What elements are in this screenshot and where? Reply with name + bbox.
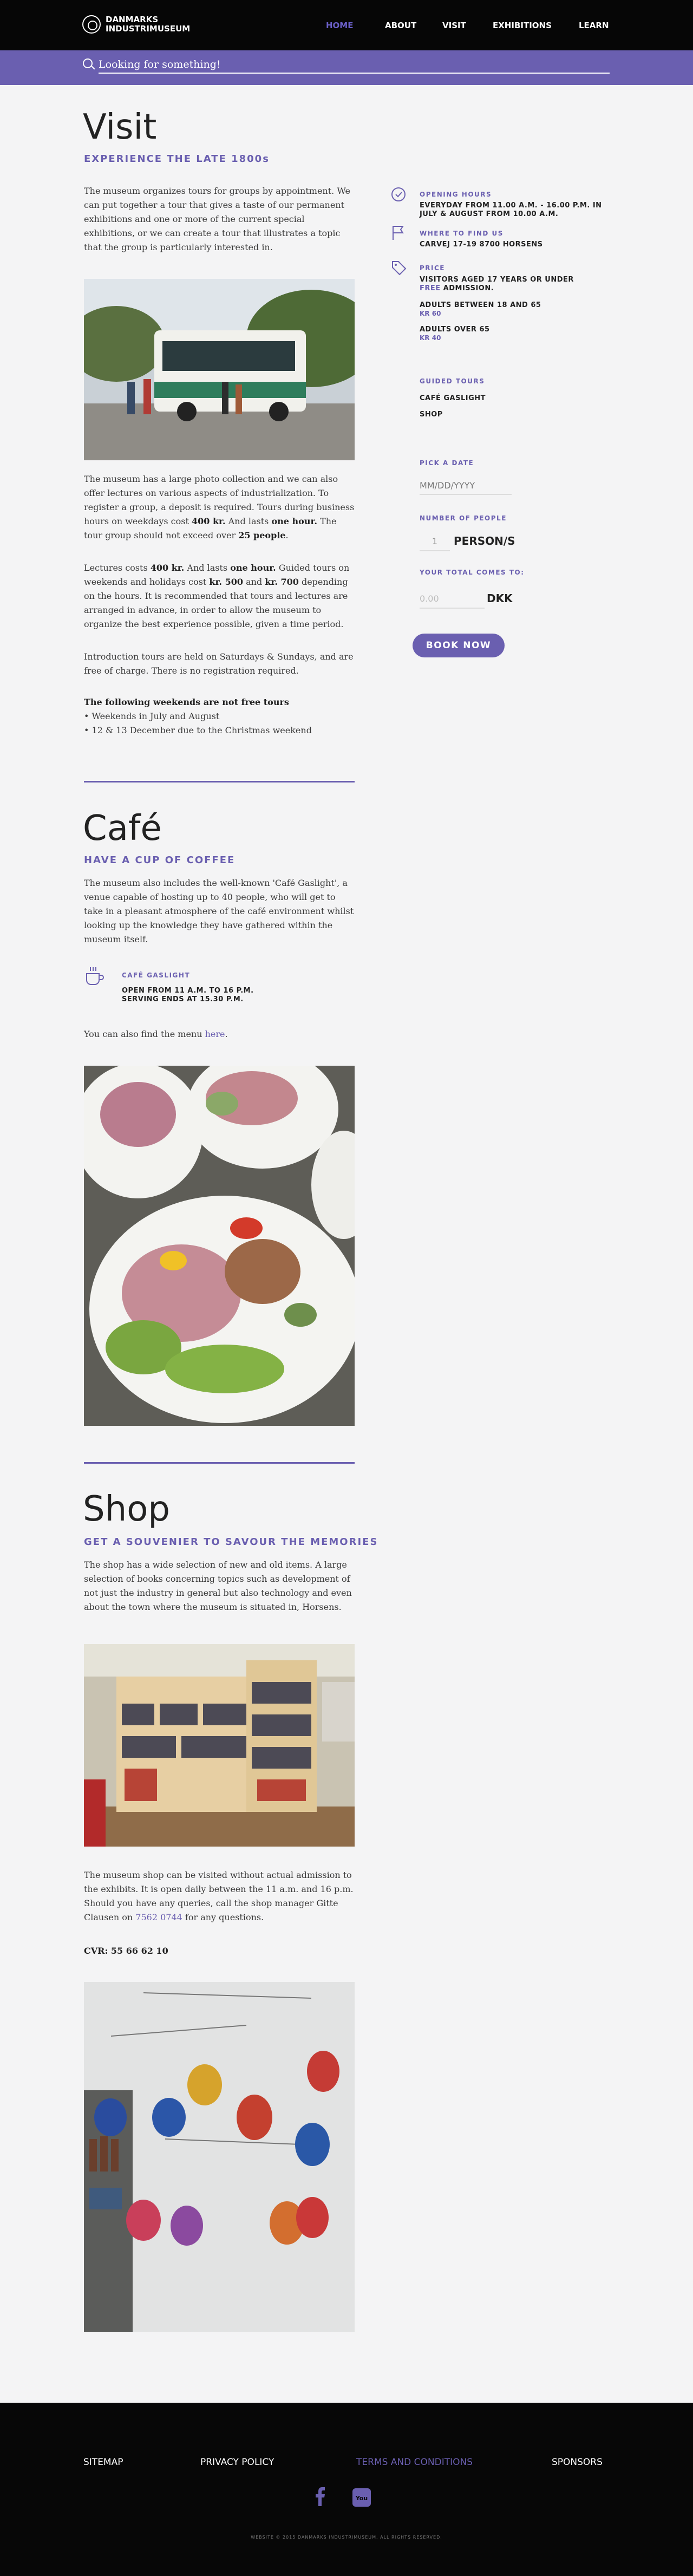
visit-subtitle: EXPERIENCE THE LATE 1800s xyxy=(84,153,270,165)
shop-contact-text: The museum shop can be visited without a… xyxy=(84,1870,354,1922)
cafe-intro: The museum also includes the well-known … xyxy=(84,878,354,944)
price-adults: ADULTS BETWEEN 18 AND 65 xyxy=(420,301,541,309)
cafe-title: Café xyxy=(83,808,162,849)
section-divider xyxy=(84,1462,355,1464)
nav-learn[interactable]: LEARN xyxy=(579,21,609,30)
cvr-number: CVR: 55 66 62 10 xyxy=(84,1946,168,1956)
nav-home[interactable]: HOME xyxy=(326,21,353,30)
search-icon[interactable] xyxy=(83,58,93,68)
cafe-hours-serving: SERVING ENDS AT 15.30 P.M. xyxy=(122,995,244,1003)
site-logo[interactable]: DANMARKS INDUSTRIMUSEUM xyxy=(82,15,190,34)
guided-tour-cafe[interactable]: CAFÉ GASLIGHT xyxy=(420,394,486,403)
book-now-button[interactable]: BOOK NOW xyxy=(413,634,505,657)
cafe-food-photo xyxy=(84,1066,355,1426)
footer-sitemap-link[interactable]: SITEMAP xyxy=(83,2457,123,2468)
price-under-17: VISITORS AGED 17 YEARS OR UNDER xyxy=(420,276,574,284)
price-free-line: FREE ADMISSION. xyxy=(420,284,494,292)
logo-icon xyxy=(82,15,101,34)
visit-intro: The museum organizes tours for groups by… xyxy=(84,186,350,252)
footer-sponsors-link[interactable]: SPONSORS xyxy=(552,2457,603,2468)
section-divider xyxy=(84,781,355,782)
price-seniors-value: KR 40 xyxy=(420,334,441,342)
search-input[interactable] xyxy=(99,56,610,74)
visit-paragraph-4: Introduction tours are held on Saturdays… xyxy=(84,651,354,676)
pick-date-label: PICK A DATE xyxy=(420,459,474,467)
address-text: CARVEJ 17-19 8700 HORSENS xyxy=(420,240,543,249)
youtube-icon[interactable]: You xyxy=(352,2488,371,2509)
price-tag-icon xyxy=(391,260,407,278)
shop-bookshelf-photo xyxy=(84,1644,355,1847)
guided-tour-shop[interactable]: SHOP xyxy=(420,410,443,419)
footer-privacy-link[interactable]: PRIVACY POLICY xyxy=(200,2457,274,2468)
nav-about[interactable]: ABOUT xyxy=(385,21,416,30)
cafe-subtitle: HAVE A CUP OF COFFEE xyxy=(84,855,236,866)
price-seniors: ADULTS OVER 65 xyxy=(420,325,490,334)
site-footer xyxy=(0,2403,693,2576)
total-label: YOUR TOTAL COMES TO: xyxy=(420,569,525,576)
shop-phone-link[interactable]: 7562 0744 xyxy=(135,1912,182,1922)
footer-terms-link[interactable]: TERMS AND CONDITIONS xyxy=(356,2457,473,2468)
date-input[interactable] xyxy=(420,477,512,495)
opening-hours-text: EVERYDAY FROM 11.00 A.M. - 16.00 P.M. IN… xyxy=(420,201,602,218)
people-quantity-input[interactable] xyxy=(420,532,450,551)
bus-tour-photo xyxy=(84,279,355,460)
price-adults-value: KR 60 xyxy=(420,310,441,317)
total-field xyxy=(420,589,485,609)
nav-exhibitions[interactable]: EXHIBITIONS xyxy=(493,21,552,30)
balloon-mobile-photo xyxy=(84,1982,355,2332)
svg-text:You: You xyxy=(355,2495,368,2502)
cafe-name: CAFÉ GASLIGHT xyxy=(122,971,191,979)
facebook-icon[interactable] xyxy=(314,2487,326,2508)
visit-paragraph-2: The museum has a large photo collection … xyxy=(84,474,355,540)
menu-link[interactable]: here xyxy=(205,1029,225,1039)
price-label: PRICE xyxy=(420,264,446,272)
copyright-text: WEBSITE © 2015 DANMARKS INDUSTRIMUSEUM. … xyxy=(251,2535,442,2540)
nav-visit[interactable]: VISIT xyxy=(442,21,466,30)
clock-icon xyxy=(391,187,406,204)
visit-paragraph-3: Lectures costs 400 kr. And lasts one hou… xyxy=(84,563,350,629)
visit-title: Visit xyxy=(83,107,157,147)
shop-subtitle: GET A SOUVENIER TO SAVOUR THE MEMORIES xyxy=(84,1536,378,1548)
cafe-menu-text: You can also find the menu here. xyxy=(84,1029,228,1039)
no-free-tours: The following weekends are not free tour… xyxy=(84,695,355,738)
currency-unit: DKK xyxy=(487,592,513,605)
guided-tours-label: GUIDED TOURS xyxy=(420,377,485,385)
logo-text: DANMARKS INDUSTRIMUSEUM xyxy=(106,15,191,34)
shop-title: Shop xyxy=(83,1489,170,1529)
people-unit: PERSON/S xyxy=(454,534,515,547)
coffee-cup-icon xyxy=(84,965,106,989)
shop-intro: The shop has a wide selection of new and… xyxy=(84,1560,352,1612)
number-of-people-label: NUMBER OF PEOPLE xyxy=(420,514,507,522)
cafe-hours-open: OPEN FROM 11 A.M. TO 16 P.M. xyxy=(122,987,254,995)
where-to-find-label: WHERE TO FIND US xyxy=(420,230,504,237)
no-free-tours-item: • Weekends in July and August xyxy=(84,711,220,721)
no-free-tours-item: • 12 & 13 December due to the Christmas … xyxy=(84,725,312,735)
flag-icon xyxy=(391,225,406,243)
opening-hours-label: OPENING HOURS xyxy=(420,191,492,198)
no-free-tours-title: The following weekends are not free tour… xyxy=(84,697,289,707)
